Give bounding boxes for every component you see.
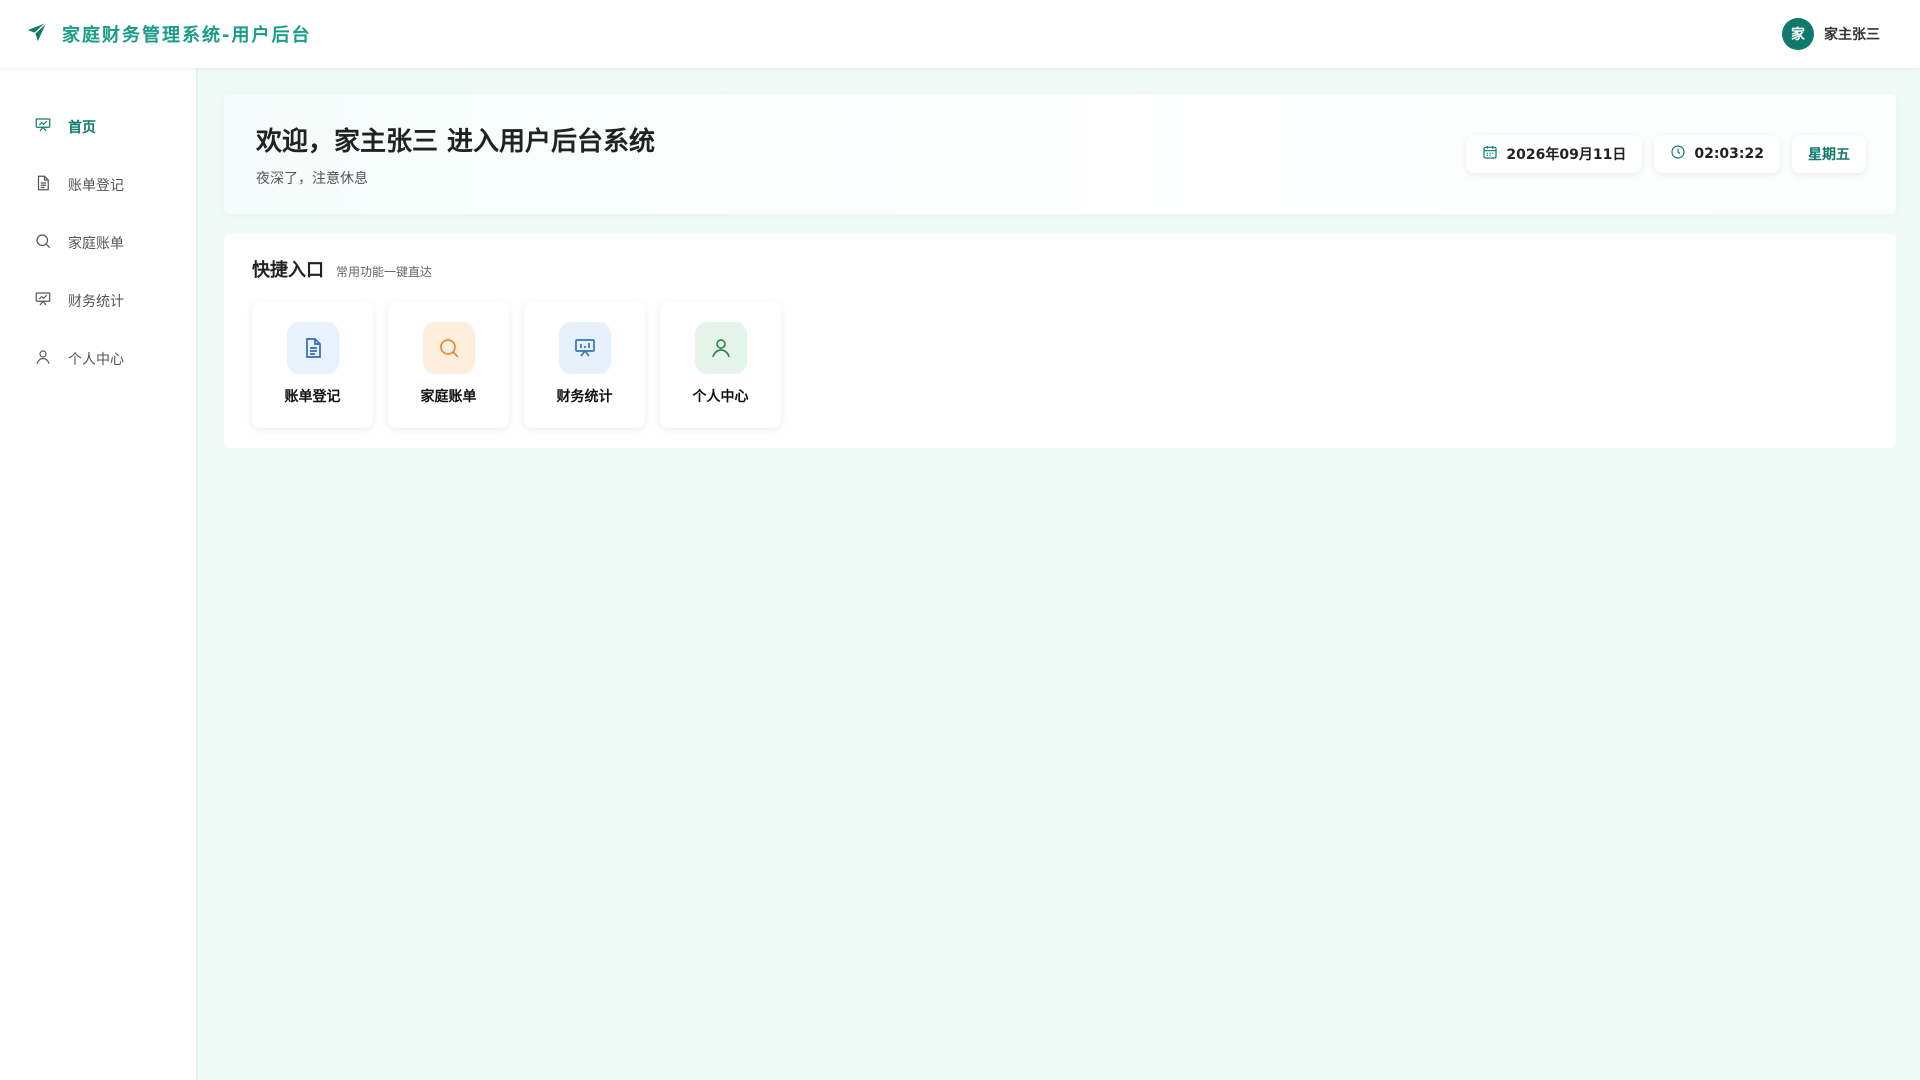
quick-card-statistics[interactable]: 财务统计	[524, 302, 645, 428]
avatar[interactable]: 家	[1782, 18, 1814, 50]
quick-access-panel: 快捷入口 常用功能一键直达 账单登记 家庭账单 财务统计 个人中心	[224, 234, 1896, 448]
date-text: 2026年09月11日	[1506, 147, 1627, 163]
quick-card-label: 家庭账单	[420, 389, 477, 405]
calendar-icon	[1482, 144, 1498, 164]
user-menu[interactable]: 家 家主张三	[1782, 18, 1880, 50]
time-text: 02:03:22	[1694, 146, 1764, 162]
quick-card-family-bills[interactable]: 家庭账单	[388, 302, 509, 428]
quick-access-subtitle: 常用功能一键直达	[336, 265, 433, 279]
quick-access-title: 快捷入口	[252, 260, 324, 281]
presentation-chart-icon	[558, 322, 611, 374]
welcome-banner: 欢迎，家主张三 进入用户后台系统 夜深了，注意休息 2026年09月11日 02…	[224, 94, 1896, 214]
search-icon	[422, 322, 475, 374]
presentation-chart-icon	[34, 116, 52, 138]
date-badge: 2026年09月11日	[1466, 135, 1643, 173]
weekday-text: 星期五	[1808, 147, 1850, 163]
sidebar-item-profile[interactable]: 个人中心	[0, 330, 196, 388]
welcome-subtitle: 夜深了，注意休息	[256, 170, 368, 187]
quick-card-label: 财务统计	[556, 389, 613, 405]
main-content: 欢迎，家主张三 进入用户后台系统 夜深了，注意休息 2026年09月11日 02…	[224, 94, 1896, 448]
sidebar-item-label: 个人中心	[68, 352, 124, 368]
document-icon	[34, 174, 52, 196]
sidebar: 首页 账单登记 家庭账单 财务统计 个人中心	[0, 68, 198, 1080]
presentation-chart-icon	[34, 290, 52, 312]
quick-card-bill-entry[interactable]: 账单登记	[252, 302, 373, 428]
paper-plane-icon	[26, 21, 48, 47]
time-badge: 02:03:22	[1654, 135, 1780, 173]
brand[interactable]: 家庭财务管理系统-用户后台	[26, 21, 311, 47]
weekday-badge: 星期五	[1792, 135, 1866, 173]
user-icon	[34, 348, 52, 370]
sidebar-item-label: 首页	[68, 120, 96, 136]
app-title: 家庭财务管理系统-用户后台	[62, 25, 312, 46]
quick-card-label: 个人中心	[692, 389, 749, 405]
quick-card-label: 账单登记	[284, 389, 341, 405]
username[interactable]: 家主张三	[1824, 24, 1880, 44]
welcome-title: 欢迎，家主张三 进入用户后台系统	[256, 126, 656, 157]
user-icon	[694, 322, 747, 374]
sidebar-item-label: 账单登记	[68, 178, 124, 194]
sidebar-item-statistics[interactable]: 财务统计	[0, 272, 196, 330]
quick-card-profile[interactable]: 个人中心	[660, 302, 781, 428]
sidebar-item-label: 财务统计	[68, 294, 124, 310]
document-icon	[286, 322, 339, 374]
clock-icon	[1670, 144, 1686, 164]
sidebar-item-home[interactable]: 首页	[0, 98, 196, 156]
sidebar-item-bill-entry[interactable]: 账单登记	[0, 156, 196, 214]
sidebar-item-family-bills[interactable]: 家庭账单	[0, 214, 196, 272]
search-icon	[34, 232, 52, 254]
sidebar-item-label: 家庭账单	[68, 236, 124, 252]
top-bar: 家庭财务管理系统-用户后台 家 家主张三	[0, 0, 1920, 68]
